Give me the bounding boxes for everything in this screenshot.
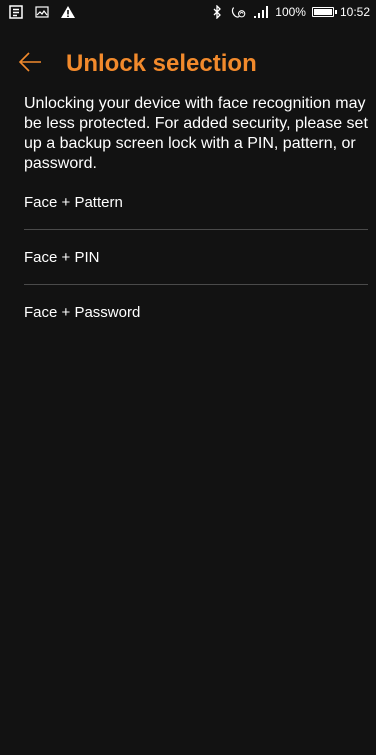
unlock-options-list: Face + Pattern Face + PIN Face + Passwor… xyxy=(24,175,368,339)
arrow-left-icon xyxy=(18,51,42,77)
status-bar-left xyxy=(8,4,76,20)
warning-icon xyxy=(60,4,76,20)
image-icon xyxy=(34,4,50,20)
option-face-pattern[interactable]: Face + Pattern xyxy=(24,175,368,229)
page-title: Unlock selection xyxy=(66,50,257,77)
app-bar: Unlock selection xyxy=(0,40,376,88)
wifi-calling-icon xyxy=(231,4,247,20)
signal-icon xyxy=(253,4,269,20)
option-face-password[interactable]: Face + Password xyxy=(24,285,368,339)
option-face-pin[interactable]: Face + PIN xyxy=(24,230,368,284)
status-time: 10:52 xyxy=(339,5,370,19)
security-description: Unlocking your device with face recognit… xyxy=(24,95,368,172)
battery-percent: 100% xyxy=(275,5,306,19)
bluetooth-icon xyxy=(209,4,225,20)
status-bar-right: 100% 10:52 xyxy=(209,4,370,20)
notification-icon xyxy=(8,4,24,20)
battery-icon xyxy=(311,7,337,17)
status-bar: 100% 10:52 xyxy=(0,0,376,24)
back-button[interactable] xyxy=(18,50,46,78)
